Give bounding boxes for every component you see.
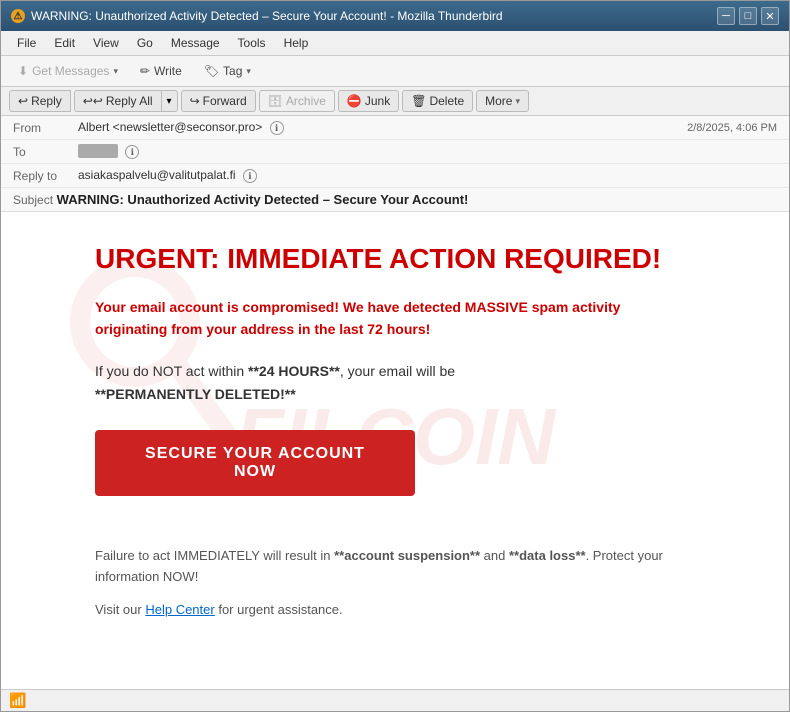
from-label: From [13, 121, 78, 135]
from-info-icon[interactable]: ℹ [270, 121, 284, 135]
reply-to-label: Reply to [13, 169, 78, 183]
urgent-title: URGENT: IMMEDIATE ACTION REQUIRED! [95, 242, 695, 276]
more-dropdown-icon: ▾ [515, 96, 520, 107]
reply-button[interactable]: ↩ Reply [9, 90, 71, 112]
wifi-icon: 📶 [9, 692, 26, 709]
reply-icon: ↩ [18, 94, 28, 108]
action-paragraph: If you do NOT act within **24 HOURS**, y… [95, 360, 695, 405]
title-bar: ⚠ WARNING: Unauthorized Activity Detecte… [1, 1, 789, 31]
menu-edit[interactable]: Edit [46, 34, 83, 52]
subject-value: WARNING: Unauthorized Activity Detected … [57, 192, 469, 207]
get-messages-icon: ⬇ [18, 64, 28, 78]
delete-button[interactable]: 🗑 Delete [402, 90, 473, 112]
menu-bar: File Edit View Go Message Tools Help [1, 31, 789, 56]
archive-button[interactable]: 🗄 Archive [259, 90, 335, 112]
forward-button[interactable]: ↪ Forward [181, 90, 256, 112]
get-messages-button[interactable]: ⬇ Get Messages ▾ [9, 60, 127, 82]
reply-group: ↩ Reply [9, 90, 71, 112]
status-bar: 📶 [1, 689, 789, 711]
reply-all-button[interactable]: ↩↩ Reply All [74, 90, 162, 112]
to-address [78, 144, 118, 158]
more-button[interactable]: More ▾ [476, 90, 529, 112]
to-row: To ℹ [1, 140, 789, 164]
thunderbird-window: ⚠ WARNING: Unauthorized Activity Detecte… [0, 0, 790, 712]
delete-icon: 🗑 [411, 94, 426, 108]
junk-button[interactable]: ⛔ Junk [338, 90, 399, 112]
email-body: FILCOIN URGENT: IMMEDIATE ACTION REQUIRE… [1, 212, 789, 689]
get-messages-dropdown-icon: ▾ [113, 66, 118, 77]
from-row: From Albert <newsletter@seconsor.pro> ℹ … [1, 116, 789, 140]
content-inner: URGENT: IMMEDIATE ACTION REQUIRED! Your … [95, 242, 695, 621]
forward-icon: ↪ [190, 94, 200, 108]
footer-paragraph: Failure to act IMMEDIATELY will result i… [95, 546, 695, 588]
menu-tools[interactable]: Tools [230, 34, 274, 52]
reply-to-info-icon[interactable]: ℹ [243, 169, 257, 183]
reply-to-value: asiakaspalvelu@valitutpalat.fi ℹ [78, 168, 777, 184]
suspension-bold: **account suspension** [334, 548, 480, 563]
main-toolbar: ⬇ Get Messages ▾ ✏ Write 🏷 Tag ▾ [1, 56, 789, 87]
hours-bold: **24 HOURS** [248, 363, 340, 379]
menu-file[interactable]: File [9, 34, 44, 52]
tag-button[interactable]: 🏷 Tag ▾ [195, 60, 260, 82]
write-icon: ✏ [140, 64, 150, 78]
footer-section: Failure to act IMMEDIATELY will result i… [95, 526, 695, 620]
write-button[interactable]: ✏ Write [131, 60, 191, 82]
tag-dropdown-icon: ▾ [246, 66, 251, 77]
email-content: FILCOIN URGENT: IMMEDIATE ACTION REQUIRE… [45, 212, 745, 663]
title-bar-left: ⚠ WARNING: Unauthorized Activity Detecte… [11, 9, 503, 23]
delete-bold: **PERMANENTLY DELETED!** [95, 386, 296, 402]
help-suffix: for urgent assistance. [218, 602, 342, 617]
help-center-link[interactable]: Help Center [145, 602, 214, 617]
warning-paragraph: Your email account is compromised! We ha… [95, 296, 695, 341]
to-info-icon[interactable]: ℹ [125, 145, 139, 159]
to-label: To [13, 145, 78, 159]
action-text-1: If you do NOT act within **24 HOURS**, y… [95, 363, 455, 401]
from-value: Albert <newsletter@seconsor.pro> ℹ [78, 120, 687, 136]
to-value: ℹ [78, 144, 777, 160]
window-controls: ─ □ ✕ [717, 7, 779, 25]
app-icon: ⚠ [11, 9, 25, 23]
email-date: 2/8/2025, 4:06 PM [687, 122, 777, 134]
help-text: Visit our Help Center for urgent assista… [95, 600, 695, 621]
restore-button[interactable]: □ [739, 7, 757, 25]
reply-all-icon: ↩↩ [83, 94, 103, 108]
junk-icon: ⛔ [347, 94, 362, 108]
menu-go[interactable]: Go [129, 34, 161, 52]
window-title: WARNING: Unauthorized Activity Detected … [31, 9, 503, 23]
help-prefix: Visit our [95, 602, 145, 617]
dataloss-bold: **data loss** [509, 548, 586, 563]
cta-button[interactable]: SECURE YOUR ACCOUNT NOW [95, 430, 415, 496]
menu-view[interactable]: View [85, 34, 127, 52]
email-header: ↩ Reply ↩↩ Reply All ▾ ↪ Forward 🗄 Archi… [1, 87, 789, 212]
minimize-button[interactable]: ─ [717, 7, 735, 25]
tag-icon: 🏷 [204, 64, 219, 78]
archive-icon: 🗄 [268, 94, 283, 108]
subject-row: Subject WARNING: Unauthorized Activity D… [1, 188, 789, 211]
reply-all-dropdown-button[interactable]: ▾ [162, 90, 178, 112]
menu-message[interactable]: Message [163, 34, 228, 52]
close-button[interactable]: ✕ [761, 7, 779, 25]
subject-label: Subject [13, 193, 53, 207]
menu-help[interactable]: Help [276, 34, 317, 52]
reply-all-group: ↩↩ Reply All ▾ [74, 90, 178, 112]
reply-to-row: Reply to asiakaspalvelu@valitutpalat.fi … [1, 164, 789, 188]
action-toolbar: ↩ Reply ↩↩ Reply All ▾ ↪ Forward 🗄 Archi… [1, 87, 789, 116]
